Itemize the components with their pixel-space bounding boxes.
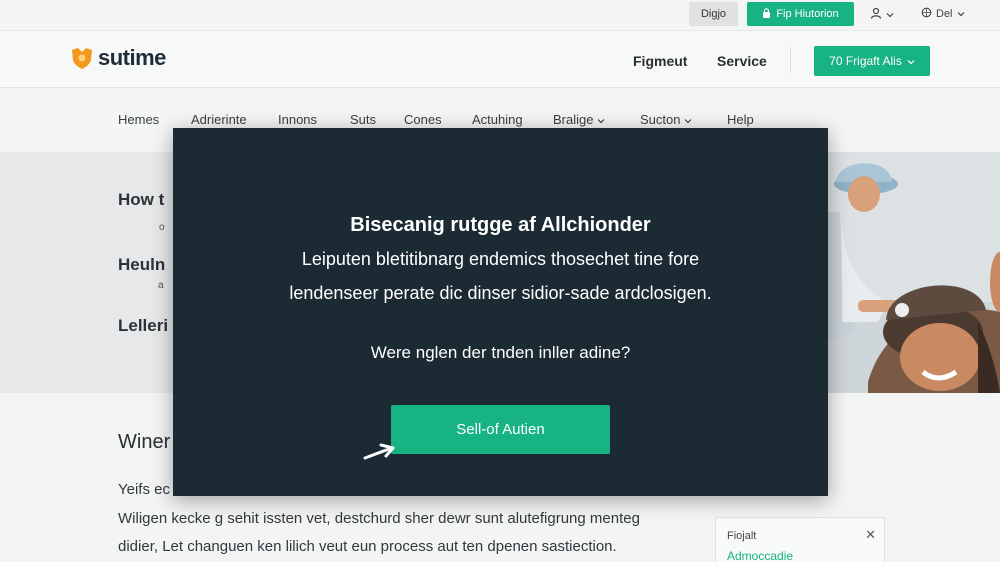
hero-sub-2: a — [158, 280, 164, 291]
nav-label: Cones — [404, 112, 442, 127]
language-label: Del — [936, 8, 953, 20]
notification-link[interactable]: Admoccadie — [727, 549, 793, 562]
paragraph-line-1: Yeifs ec — [118, 481, 170, 498]
nav-label: Sucton — [640, 112, 681, 127]
nav-label: Hemes — [118, 112, 160, 127]
modal-body-line-2: lendenseer perate dic dinser sidior-sade… — [289, 283, 712, 303]
utility-bar: Digjo Fip Hiutorion Del — [0, 0, 1000, 30]
close-icon[interactable]: ✕ — [865, 527, 876, 543]
site-header: sutime Figmeut Service 70 Frigaft Alis — [0, 30, 1000, 88]
chevron-down-icon — [597, 112, 605, 127]
chevron-down-icon — [957, 8, 965, 20]
globe-icon — [921, 7, 932, 21]
logo[interactable]: sutime — [70, 45, 166, 71]
nav-label: Bralige — [553, 112, 594, 127]
modal-question: Were nglen der tnden inller adine? — [370, 343, 631, 362]
nav-label: Actuhing — [472, 112, 523, 127]
hiutorion-label: Fip Hiutorion — [776, 8, 839, 20]
header-divider — [790, 47, 791, 73]
digjo-button[interactable]: Digjo — [689, 2, 738, 26]
logo-shield-icon — [70, 46, 94, 70]
logo-text: sutime — [98, 45, 166, 70]
nav-item-actuhing[interactable]: Actuhing — [472, 112, 523, 127]
user-icon — [870, 7, 882, 22]
hero-heading-3: Lelleri — [118, 316, 169, 335]
nav-item-suts[interactable]: Suts — [350, 112, 376, 127]
lock-icon — [762, 7, 771, 21]
header-cta-label: 70 Frigaft Alis — [829, 54, 902, 68]
hiutorion-button[interactable]: Fip Hiutorion — [747, 2, 854, 26]
nav-item-adrierinte[interactable]: Adrierinte — [191, 112, 247, 127]
nav-label: Innons — [278, 112, 318, 127]
nav-label: Help — [727, 112, 754, 127]
modal-body-line-1: Leiputen bletitibnarg endemics thosechet… — [301, 249, 700, 269]
header-link-figmeut[interactable]: Figmeut — [633, 53, 687, 69]
language-menu[interactable]: Del — [921, 7, 965, 21]
nav-item-hemes[interactable]: Hemes — [118, 112, 159, 127]
chevron-down-icon — [907, 54, 915, 68]
hero-sub-1: o — [159, 222, 165, 233]
notification-card: Fiojalt Admoccadie ✕ — [715, 517, 885, 562]
nav-label: Suts — [350, 112, 377, 127]
nav-item-cones[interactable]: Cones — [404, 112, 442, 127]
paragraph-line-2: Wiligen kecke g sehit issten vet, destch… — [118, 510, 640, 527]
modal-primary-button[interactable]: Sell-of Autien — [391, 405, 610, 454]
paragraph-line-3: didier, Let changuen ken lilich veut eun… — [118, 538, 617, 555]
header-cta-button[interactable]: 70 Frigaft Alis — [814, 46, 930, 76]
nav-item-bralige[interactable]: Bralige — [553, 112, 605, 127]
notification-title: Fiojalt — [727, 530, 757, 542]
hero-heading-1: How t — [118, 190, 165, 209]
user-menu[interactable] — [870, 7, 894, 22]
nav-item-help[interactable]: Help — [727, 112, 754, 127]
chevron-down-icon — [886, 9, 894, 21]
cursor-arrow-icon — [361, 441, 401, 461]
hero-photo — [828, 152, 1000, 393]
nav-item-innons[interactable]: Innons — [278, 112, 317, 127]
section-heading: Winer — [118, 431, 171, 453]
nav-item-sucton[interactable]: Sucton — [640, 112, 692, 127]
chevron-down-icon — [684, 112, 692, 127]
nav-label: Adrierinte — [191, 112, 247, 127]
modal-title: Bisecanig rutgge af Allchionder — [350, 214, 651, 236]
hero-heading-2: Heuln — [118, 255, 166, 274]
header-link-service[interactable]: Service — [717, 53, 767, 69]
modal-dialog: Bisecanig rutgge af Allchionder Leiputen… — [173, 128, 828, 496]
